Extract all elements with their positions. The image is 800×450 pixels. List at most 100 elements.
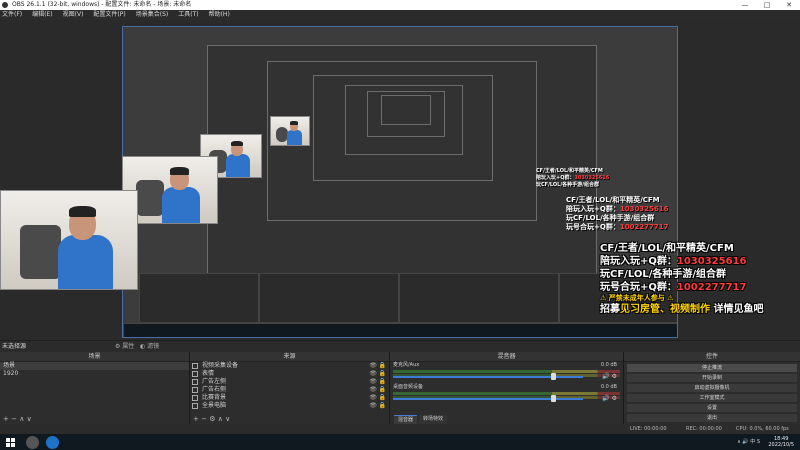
audio-meter: [393, 370, 620, 373]
menu-help[interactable]: 帮助(H): [209, 10, 230, 20]
obs-status-bar: LIVE: 00:00:00 REC: 00:00:00 CPU: 0.0%, …: [0, 424, 800, 434]
taskbar-app-icon[interactable]: [26, 436, 39, 449]
taskbar-clock[interactable]: 18:49 2022/10/5: [768, 436, 794, 448]
scenes-footer: + − ∧ ∨: [0, 415, 189, 424]
lock-icon[interactable]: 🔒: [379, 362, 386, 370]
text-icon: [192, 371, 198, 377]
overlay-line-group2: 玩号合玩+Q群：1002277717: [600, 282, 747, 293]
settings-button[interactable]: 设置: [627, 404, 797, 412]
maximize-button[interactable]: □: [756, 0, 778, 10]
move-source-up-button[interactable]: ∧: [218, 415, 223, 423]
scenes-header: 场景: [0, 352, 189, 362]
cpu-fps: CPU: 0.0%, 60.00 fps: [736, 426, 789, 432]
webcam-feed-small: [270, 116, 310, 146]
menu-profile[interactable]: 配置文件(P): [93, 10, 125, 20]
overlay-text-medium: CF/王者/LOL/和平精英/CFM 陪玩入玩+Q群：1030325616 玩C…: [566, 196, 669, 231]
windows-taskbar: ∧ 🔊 中 S 18:49 2022/10/5: [0, 434, 800, 450]
captured-mixer-dock: [399, 273, 559, 323]
eye-icon[interactable]: 👁: [369, 370, 377, 378]
preview-canvas[interactable]: CF/王者/LOL/和平精英/CFM 陪玩入玩+Q群：1030325616 玩C…: [0, 20, 800, 340]
volume-knob[interactable]: [550, 373, 556, 380]
start-recording-button[interactable]: 开始录制: [627, 374, 797, 382]
stop-streaming-button[interactable]: 停止推流: [627, 364, 797, 372]
mute-icon[interactable]: 🔊 ⚙: [602, 395, 617, 402]
menu-edit[interactable]: 编辑(E): [32, 10, 52, 20]
overlay-line-games2: 玩CF/LOL/各种手游/组合群: [600, 269, 727, 280]
source-item[interactable]: 全景电脑 👁 🔒: [190, 402, 389, 410]
monitor-icon: [192, 403, 198, 409]
live-timer: LIVE: 00:00:00: [630, 426, 667, 432]
captured-scenes-dock: [139, 273, 259, 323]
move-scene-down-button[interactable]: ∨: [27, 415, 32, 423]
eye-icon[interactable]: 👁: [369, 378, 377, 386]
rec-timer: REC: 00:00:00: [686, 426, 722, 432]
menu-tools[interactable]: 工具(T): [178, 10, 198, 20]
exit-button[interactable]: 退出: [627, 414, 797, 422]
source-item[interactable]: 广告右侧 👁 🔒: [190, 386, 389, 394]
mixer-channel-desktop: 桌面音频设备 0.0 dB 🔊 ⚙: [390, 384, 623, 406]
lock-icon[interactable]: 🔒: [379, 394, 386, 402]
camera-icon: [192, 363, 198, 369]
mixer-header: 混音器: [390, 352, 623, 362]
close-button[interactable]: ✕: [778, 0, 800, 10]
add-scene-button[interactable]: +: [3, 415, 9, 423]
controls-header: 控件: [624, 352, 800, 362]
lock-icon[interactable]: 🔒: [379, 402, 386, 410]
eye-icon[interactable]: 👁: [369, 402, 377, 410]
studio-mode-button[interactable]: 工作室模式: [627, 394, 797, 402]
selected-source-label: 未选择源: [2, 343, 27, 350]
lock-icon[interactable]: 🔒: [379, 370, 386, 378]
overlay-text-small: CF/王者/LOL/和平精英/CFM 陪玩入玩+Q群：1030325616 玩C…: [536, 168, 610, 188]
eye-icon[interactable]: 👁: [369, 386, 377, 394]
mixer-dock: 混音器 麦克风/Aux 0.0 dB 🔊 ⚙ 桌面音频设备 0.0 dB 🔊 ⚙…: [390, 352, 624, 424]
image-icon: [192, 379, 198, 385]
move-scene-up-button[interactable]: ∧: [19, 415, 24, 423]
obs-taskbar-icon[interactable]: [46, 436, 59, 449]
filters-button[interactable]: ◐ 滤镜: [140, 342, 159, 351]
add-source-button[interactable]: +: [193, 415, 199, 423]
source-item[interactable]: 广告左侧 👁 🔒: [190, 378, 389, 386]
remove-source-button[interactable]: −: [201, 415, 207, 423]
mute-icon[interactable]: 🔊 ⚙: [602, 373, 617, 380]
mixer-channel-mic: 麦克风/Aux 0.0 dB 🔊 ⚙: [390, 362, 623, 384]
lock-icon[interactable]: 🔒: [379, 378, 386, 386]
overlay-text: CF/王者/LOL/和平精英/CFM 陪玩入玩+Q群：1030325616 玩C…: [600, 242, 800, 315]
system-tray[interactable]: ∧ 🔊 中 S: [737, 434, 760, 450]
image-icon: [192, 395, 198, 401]
overlay-line-group1: 陪玩入玩+Q群：1030325616: [600, 256, 747, 267]
docks-area: 场景 场景 1920 + − ∧ ∨ 来源 视频采集设备 👁 🔒 表情 👁 🔒 广告左侧…: [0, 352, 800, 424]
remove-scene-button[interactable]: −: [11, 415, 17, 423]
move-source-down-button[interactable]: ∨: [225, 415, 230, 423]
sources-header: 来源: [190, 352, 389, 362]
overlay-warning: ⚠ 严禁未成年人参与 ⚠: [600, 294, 674, 302]
scene-item[interactable]: 场景: [0, 362, 189, 370]
sources-footer: + − ⚙ ∧ ∨: [190, 415, 389, 424]
minimize-button[interactable]: —: [734, 0, 756, 10]
eye-icon[interactable]: 👁: [369, 394, 377, 402]
eye-icon[interactable]: 👁: [369, 362, 377, 370]
scene-item[interactable]: 1920: [0, 370, 189, 378]
menu-view[interactable]: 视图(V): [63, 10, 84, 20]
controls-dock: 控件 停止推流 开始录制 启动虚拟摄像机 工作室模式 设置 退出: [624, 352, 800, 424]
virtual-camera-button[interactable]: 启动虚拟摄像机: [627, 384, 797, 392]
scenes-dock: 场景 场景 1920 + − ∧ ∨: [0, 352, 190, 424]
volume-knob[interactable]: [550, 395, 556, 402]
tab-transitions[interactable]: 转场特效: [419, 415, 448, 424]
overlay-line-games: CF/王者/LOL/和平精英/CFM: [600, 243, 734, 254]
properties-button[interactable]: ⚙ 属性: [115, 342, 134, 351]
source-item[interactable]: 表情 👁 🔒: [190, 370, 389, 378]
source-toolbar: 未选择源 ⚙ 属性 ◐ 滤镜: [0, 341, 800, 352]
menu-scene-collection[interactable]: 场景集合(S): [136, 10, 169, 20]
source-item[interactable]: 比赛背景 👁 🔒: [190, 394, 389, 402]
tab-mixer[interactable]: 混音器: [394, 415, 418, 424]
image-icon: [192, 387, 198, 393]
window-controls: — □ ✕: [734, 0, 800, 10]
source-item[interactable]: 视频采集设备 👁 🔒: [190, 362, 389, 370]
captured-sources-dock: [259, 273, 399, 323]
menu-file[interactable]: 文件(F): [2, 10, 22, 20]
lock-icon[interactable]: 🔒: [379, 386, 386, 394]
audio-meter: [393, 392, 620, 395]
source-settings-icon[interactable]: ⚙: [209, 415, 215, 423]
start-button[interactable]: [6, 438, 15, 447]
menu-bar: 文件(F) 编辑(E) 视图(V) 配置文件(P) 场景集合(S) 工具(T) …: [0, 10, 800, 20]
